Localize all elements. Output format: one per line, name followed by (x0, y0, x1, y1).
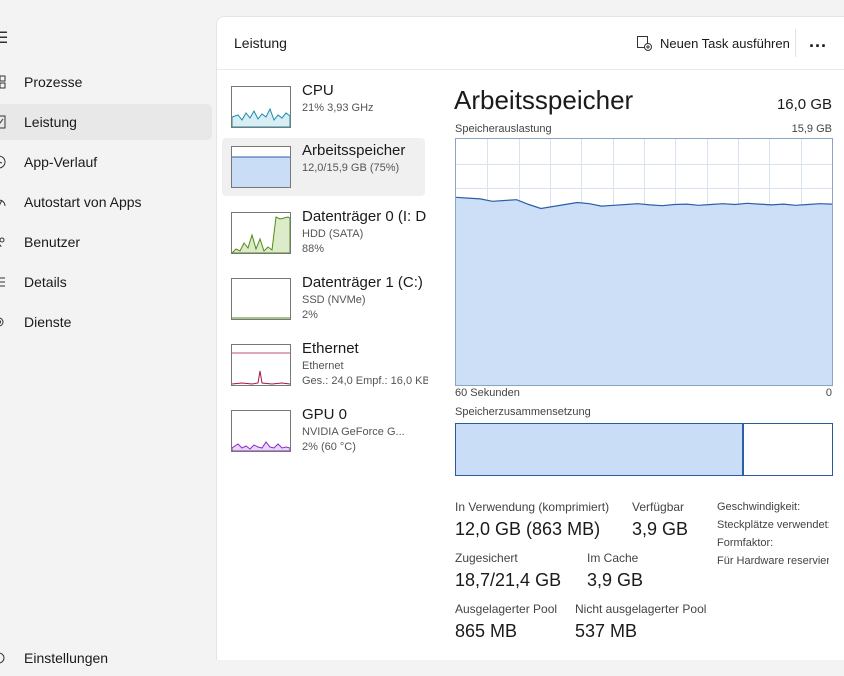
device-usage: Ges.: 24,0 Empf.: 16,0 KB (302, 375, 428, 387)
ethernet-sparkline (232, 352, 290, 385)
speed-label: Geschwindigkeit: (717, 501, 801, 513)
device-name: GPU 0 (302, 406, 348, 423)
device-name: Ethernet (302, 340, 359, 357)
cached-value: 3,9 GB (587, 570, 644, 590)
sidebar-item-label: Details (24, 274, 67, 290)
hamburger-menu-icon[interactable]: ☰ (0, 28, 8, 48)
sidebar-item-processes[interactable]: Prozesse (0, 64, 212, 100)
run-new-task-button[interactable]: Neuen Task ausführen (636, 32, 790, 54)
gpu-sparkline (232, 441, 290, 451)
main-panel: Leistung Neuen Task ausführen ... CPU 21… (216, 16, 844, 660)
sidebar-item-label: Leistung (24, 114, 77, 130)
disk1-thumbnail (231, 278, 291, 320)
time-axis-left: 60 Sekunden (455, 387, 520, 399)
committed-value: 18,7/21,4 GB (455, 570, 562, 590)
memory-sparkline (232, 156, 290, 187)
new-task-icon (636, 35, 652, 51)
usage-label: Speicherauslastung (455, 123, 552, 135)
gear-icon (0, 651, 6, 665)
composition-label: Speicherzusammensetzung (455, 406, 591, 418)
sidebar: ☰ Prozesse Leistung App-Verlauf Autostar… (0, 0, 216, 666)
gpu-thumbnail (231, 410, 291, 452)
device-name: Datenträger 1 (C:) (302, 274, 423, 291)
composition-in-use (456, 424, 744, 475)
history-icon (0, 155, 6, 169)
committed-label: Zugesichert (455, 551, 518, 565)
in-use-label: In Verwendung (komprimiert) (455, 500, 610, 514)
cpu-thumbnail (231, 86, 291, 128)
ethernet-thumbnail (231, 344, 291, 386)
device-item-cpu[interactable]: CPU 21% 3,93 GHz (222, 78, 425, 136)
memory-composition-bar (455, 423, 833, 476)
sidebar-item-startup-apps[interactable]: Autostart von Apps (0, 184, 212, 220)
device-detail: 21% 3,93 GHz (302, 102, 374, 114)
sidebar-item-label: Dienste (24, 314, 72, 330)
sidebar-item-users[interactable]: Benutzer (0, 224, 212, 260)
sidebar-item-app-history[interactable]: App-Verlauf (0, 144, 212, 180)
nonpaged-pool-label: Nicht ausgelagerter Pool (575, 602, 707, 616)
sidebar-item-performance[interactable]: Leistung (0, 104, 212, 140)
list-icon (0, 275, 6, 289)
sidebar-item-label: Autostart von Apps (24, 194, 142, 210)
sidebar-item-label: Benutzer (24, 234, 81, 250)
device-detail: HDD (SATA) (302, 228, 364, 240)
sidebar-item-label: Prozesse (24, 74, 83, 90)
device-name: Arbeitsspeicher (302, 142, 406, 159)
header-bar: Leistung Neuen Task ausführen ... (217, 17, 844, 70)
sidebar-item-settings[interactable]: Einstellungen (0, 640, 212, 676)
device-name: Datenträger 0 (I: D (302, 208, 427, 225)
device-item-gpu[interactable]: GPU 0 NVIDIA GeForce G... 2% (60 °C) (222, 402, 425, 460)
grid-icon (0, 75, 6, 89)
sidebar-item-details[interactable]: Details (0, 264, 212, 300)
nonpaged-pool-value: 537 MB (575, 621, 638, 641)
device-item-ethernet[interactable]: Ethernet Ethernet Ges.: 24,0 Empf.: 16,0… (222, 336, 428, 394)
disk1-sparkline (232, 317, 290, 319)
speedometer-icon (0, 195, 6, 209)
sidebar-item-services[interactable]: Dienste (0, 304, 212, 340)
device-detail: NVIDIA GeForce G... (302, 426, 405, 438)
memory-usage-area (456, 197, 832, 385)
disk0-thumbnail (231, 212, 291, 254)
memory-usage-chart (455, 139, 833, 385)
disk0-sparkline (232, 216, 290, 253)
cpu-sparkline (232, 107, 290, 127)
users-icon (0, 235, 6, 249)
slots-used-label: Steckplätze verwendet: (717, 519, 829, 531)
cached-label: Im Cache (587, 551, 639, 565)
available-value: 3,9 GB (632, 519, 689, 539)
more-options-button[interactable]: ... (809, 31, 827, 52)
performance-icon (0, 115, 6, 129)
detail-title: Arbeitsspeicher (454, 85, 634, 115)
hardware-reserved-label: Für Hardware reserviert: (717, 555, 829, 567)
paged-pool-label: Ausgelagerter Pool (455, 602, 558, 616)
in-use-value: 12,0 GB (863 MB) (455, 519, 601, 539)
sidebar-item-label: App-Verlauf (24, 154, 98, 170)
form-factor-label: Formfaktor: (717, 537, 774, 549)
device-detail: SSD (NVMe) (302, 294, 366, 306)
device-usage: 2% (60 °C) (302, 441, 356, 453)
puzzle-icon (0, 315, 6, 329)
device-detail: 12,0/15,9 GB (75%) (302, 162, 400, 174)
sidebar-item-label: Einstellungen (24, 650, 109, 666)
memory-thumbnail (231, 146, 291, 188)
memory-total: 16,0 GB (776, 96, 832, 113)
device-item-disk-1[interactable]: Datenträger 1 (C:) SSD (NVMe) 2% (222, 270, 425, 328)
device-detail: Ethernet (302, 360, 344, 372)
memory-usage-graph (455, 138, 833, 386)
paged-pool-value: 865 MB (455, 621, 518, 641)
usage-max-label: 15,9 GB (791, 123, 832, 135)
device-usage: 88% (302, 243, 325, 255)
device-name: CPU (302, 82, 334, 99)
device-usage: 2% (302, 309, 318, 321)
run-new-task-label: Neuen Task ausführen (660, 35, 790, 51)
time-axis-right: 0 (825, 387, 832, 399)
header-divider (795, 29, 796, 57)
available-label: Verfügbar (632, 500, 685, 514)
page-title: Leistung (234, 35, 287, 51)
device-item-disk-0[interactable]: Datenträger 0 (I: D HDD (SATA) 88% (222, 204, 427, 262)
device-item-memory[interactable]: Arbeitsspeicher 12,0/15,9 GB (75%) (222, 138, 425, 196)
